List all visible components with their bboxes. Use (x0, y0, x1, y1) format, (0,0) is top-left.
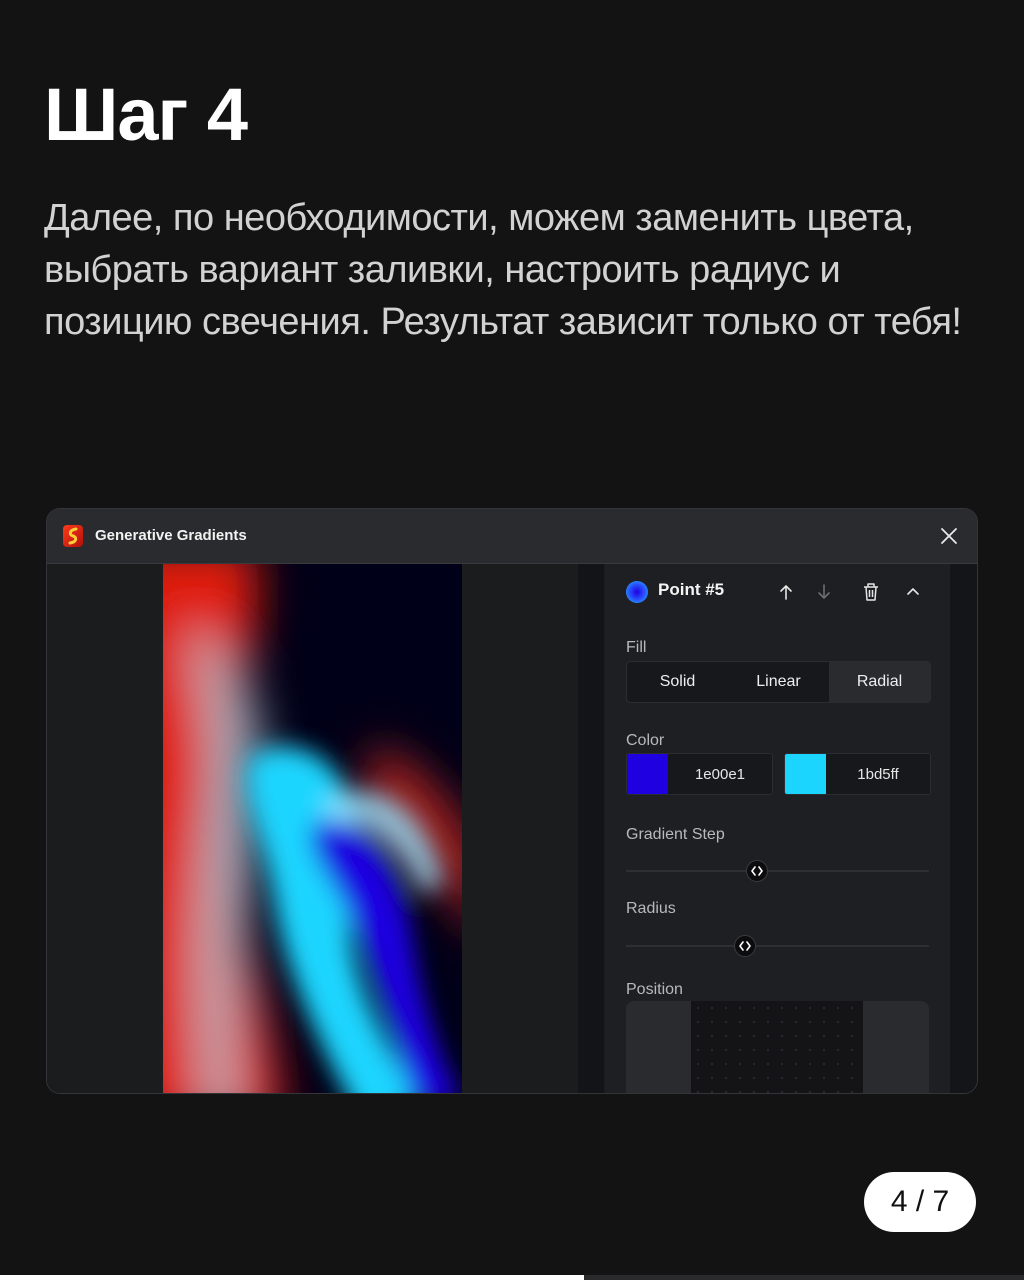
page-indicator: 4 / 7 (864, 1172, 976, 1232)
fill-type-selector: Solid Linear Radial (626, 661, 931, 703)
move-down-button[interactable] (812, 580, 836, 604)
radius-track[interactable] (626, 935, 929, 957)
chevron-up-icon (907, 588, 919, 595)
collapse-button[interactable] (901, 580, 925, 604)
slide-progress-fill (0, 1275, 584, 1280)
color-field-1[interactable]: 1e00e1 (626, 753, 773, 795)
position-grid[interactable] (691, 1001, 863, 1093)
gradient-step-track[interactable] (626, 860, 929, 882)
arrow-down-icon (818, 584, 830, 599)
panel-divider (578, 564, 604, 1093)
settings-panel: Point #5 Fill Solid Linear Radial Color … (605, 564, 950, 1093)
gradient-preview (163, 564, 462, 1093)
slide-heading: Шаг 4 (44, 73, 248, 156)
move-up-button[interactable] (774, 580, 798, 604)
window-titlebar: Generative Gradients (47, 509, 977, 564)
fill-option-radial[interactable]: Radial (829, 662, 930, 702)
fill-option-linear[interactable]: Linear (728, 662, 829, 702)
drag-handle-icon (739, 941, 751, 951)
radius-label: Radius (626, 900, 676, 917)
plugin-window: Generative Gradients Point #5 Fill Solid… (46, 508, 978, 1094)
slide-progress-bar (0, 1275, 1024, 1280)
arrow-up-icon (780, 585, 792, 600)
slide-description: Далее, по необходимости, можем заменить … (44, 197, 962, 343)
position-picker[interactable] (626, 1001, 929, 1093)
fill-option-solid[interactable]: Solid (627, 662, 728, 702)
close-icon (941, 528, 957, 544)
gradient-step-thumb[interactable] (746, 860, 769, 882)
window-title: Generative Gradients (95, 527, 247, 544)
color-hex-2[interactable]: 1bd5ff (826, 754, 930, 794)
panel-scroll-gutter (950, 564, 977, 1093)
close-button[interactable] (935, 522, 963, 550)
point-label: Point #5 (658, 580, 725, 599)
gradient-step-label: Gradient Step (626, 826, 725, 843)
color-swatch-2[interactable] (785, 754, 826, 794)
fill-label: Fill (626, 639, 647, 656)
color-field-2[interactable]: 1bd5ff (784, 753, 931, 795)
color-swatch-1[interactable] (627, 754, 668, 794)
position-label: Position (626, 981, 683, 998)
radius-thumb[interactable] (734, 935, 757, 957)
point-color-indicator (626, 581, 648, 603)
canvas-area (47, 564, 577, 1093)
color-hex-1[interactable]: 1e00e1 (668, 754, 772, 794)
color-label: Color (626, 732, 665, 749)
delete-point-button[interactable] (859, 580, 883, 604)
plugin-logo-icon (63, 525, 83, 547)
drag-handle-icon (751, 866, 764, 876)
trash-icon (864, 583, 878, 601)
